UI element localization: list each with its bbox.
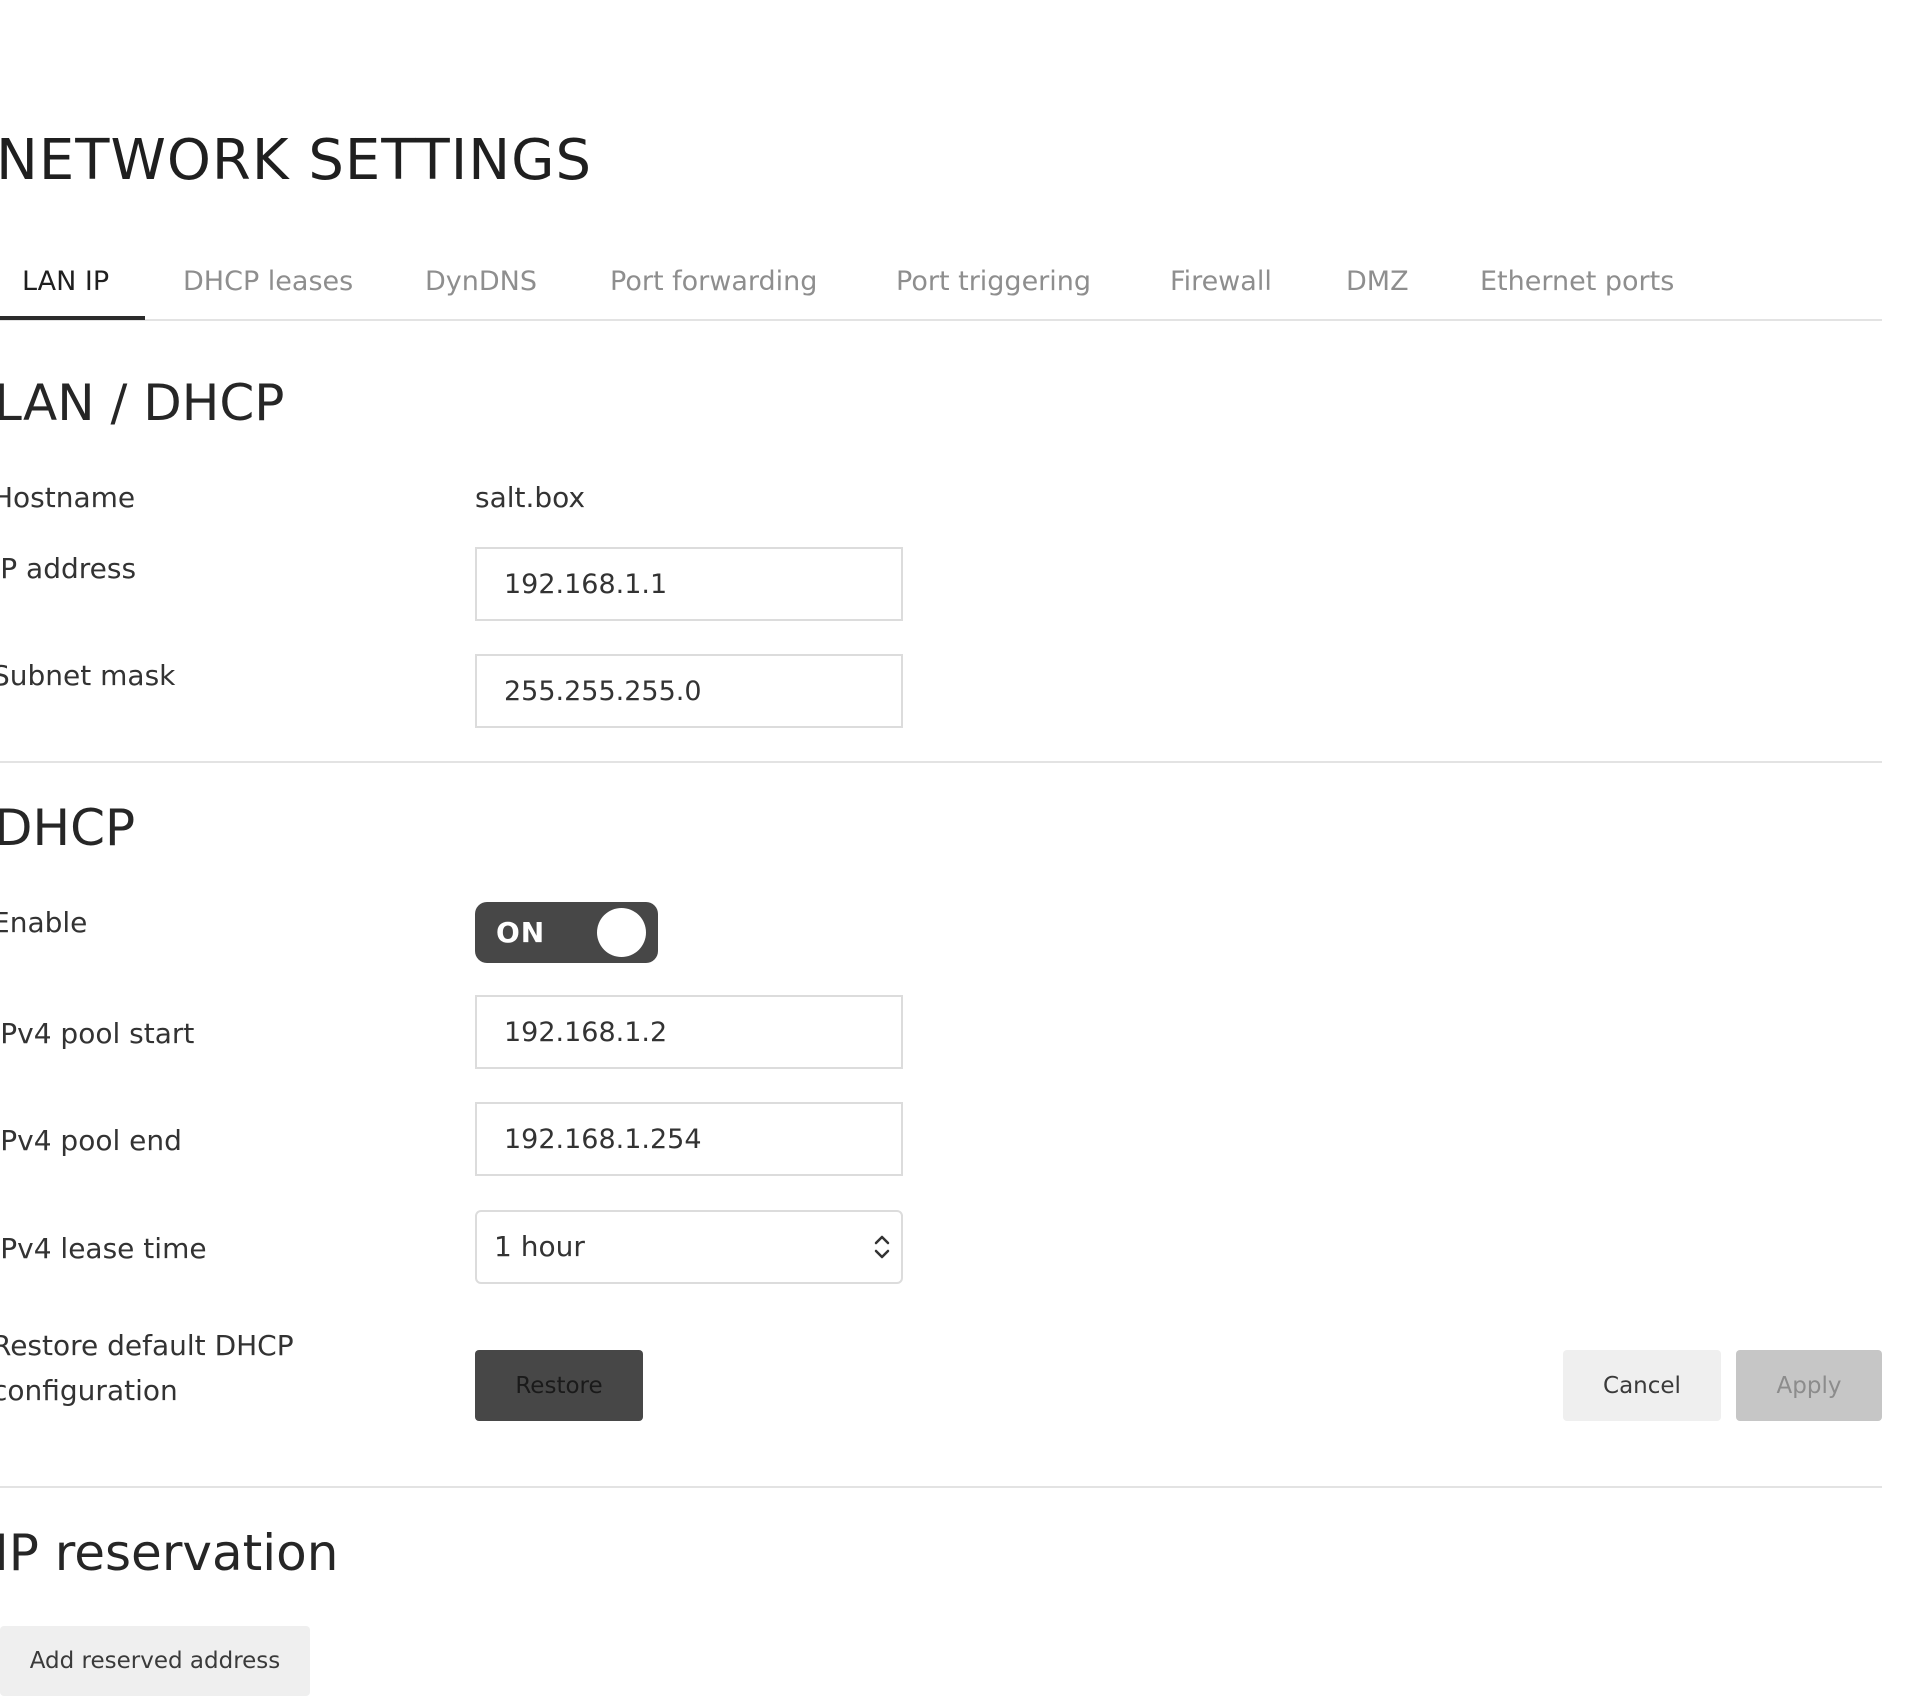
section-title-ip-reservation: IP reservation	[0, 1524, 339, 1582]
updown-chevron-icon	[874, 1235, 890, 1259]
lease-time-value: 1 hour	[494, 1230, 585, 1263]
tab-dhcp-leases[interactable]: DHCP leases	[183, 266, 353, 297]
ip-address-label: IP address	[0, 552, 137, 585]
section-title-lan: LAN / DHCP	[0, 374, 285, 432]
active-tab-indicator	[0, 316, 145, 320]
apply-button[interactable]: Apply	[1736, 1350, 1882, 1421]
ip-address-input[interactable]	[475, 547, 903, 621]
lease-time-select[interactable]: 1 hour	[475, 1210, 903, 1284]
lease-time-label: IPv4 lease time	[0, 1232, 207, 1265]
tab-lan-ip[interactable]: LAN IP	[22, 266, 109, 297]
pool-start-input[interactable]	[475, 995, 903, 1069]
section-divider	[0, 1486, 1882, 1488]
tab-port-forwarding[interactable]: Port forwarding	[610, 266, 817, 297]
dhcp-enable-label: Enable	[0, 906, 88, 939]
restore-label-line1: Restore default DHCP	[0, 1329, 294, 1362]
page-title: NETWORK SETTINGS	[0, 128, 593, 193]
restore-label-line2: configuration	[0, 1374, 178, 1407]
dhcp-enable-toggle[interactable]: ON	[475, 902, 658, 963]
restore-button[interactable]: Restore	[475, 1350, 643, 1421]
add-reserved-address-button[interactable]: Add reserved address	[0, 1626, 310, 1696]
tabs-divider	[0, 319, 1882, 321]
subnet-mask-input[interactable]	[475, 654, 903, 728]
tab-dyndns[interactable]: DynDNS	[425, 266, 537, 297]
tab-firewall[interactable]: Firewall	[1170, 266, 1272, 297]
pool-end-input[interactable]	[475, 1102, 903, 1176]
hostname-value: salt.box	[475, 481, 586, 514]
section-divider	[0, 761, 1882, 763]
tab-ethernet-ports[interactable]: Ethernet ports	[1480, 266, 1674, 297]
toggle-state-text: ON	[496, 916, 546, 949]
pool-start-label: IPv4 pool start	[0, 1017, 195, 1050]
cancel-button[interactable]: Cancel	[1563, 1350, 1721, 1421]
hostname-label: Hostname	[0, 481, 136, 514]
toggle-knob	[597, 908, 646, 957]
tab-dmz[interactable]: DMZ	[1346, 266, 1409, 297]
tab-port-triggering[interactable]: Port triggering	[896, 266, 1091, 297]
subnet-mask-label: Subnet mask	[0, 659, 176, 692]
pool-end-label: IPv4 pool end	[0, 1124, 182, 1157]
section-title-dhcp: DHCP	[0, 799, 136, 857]
